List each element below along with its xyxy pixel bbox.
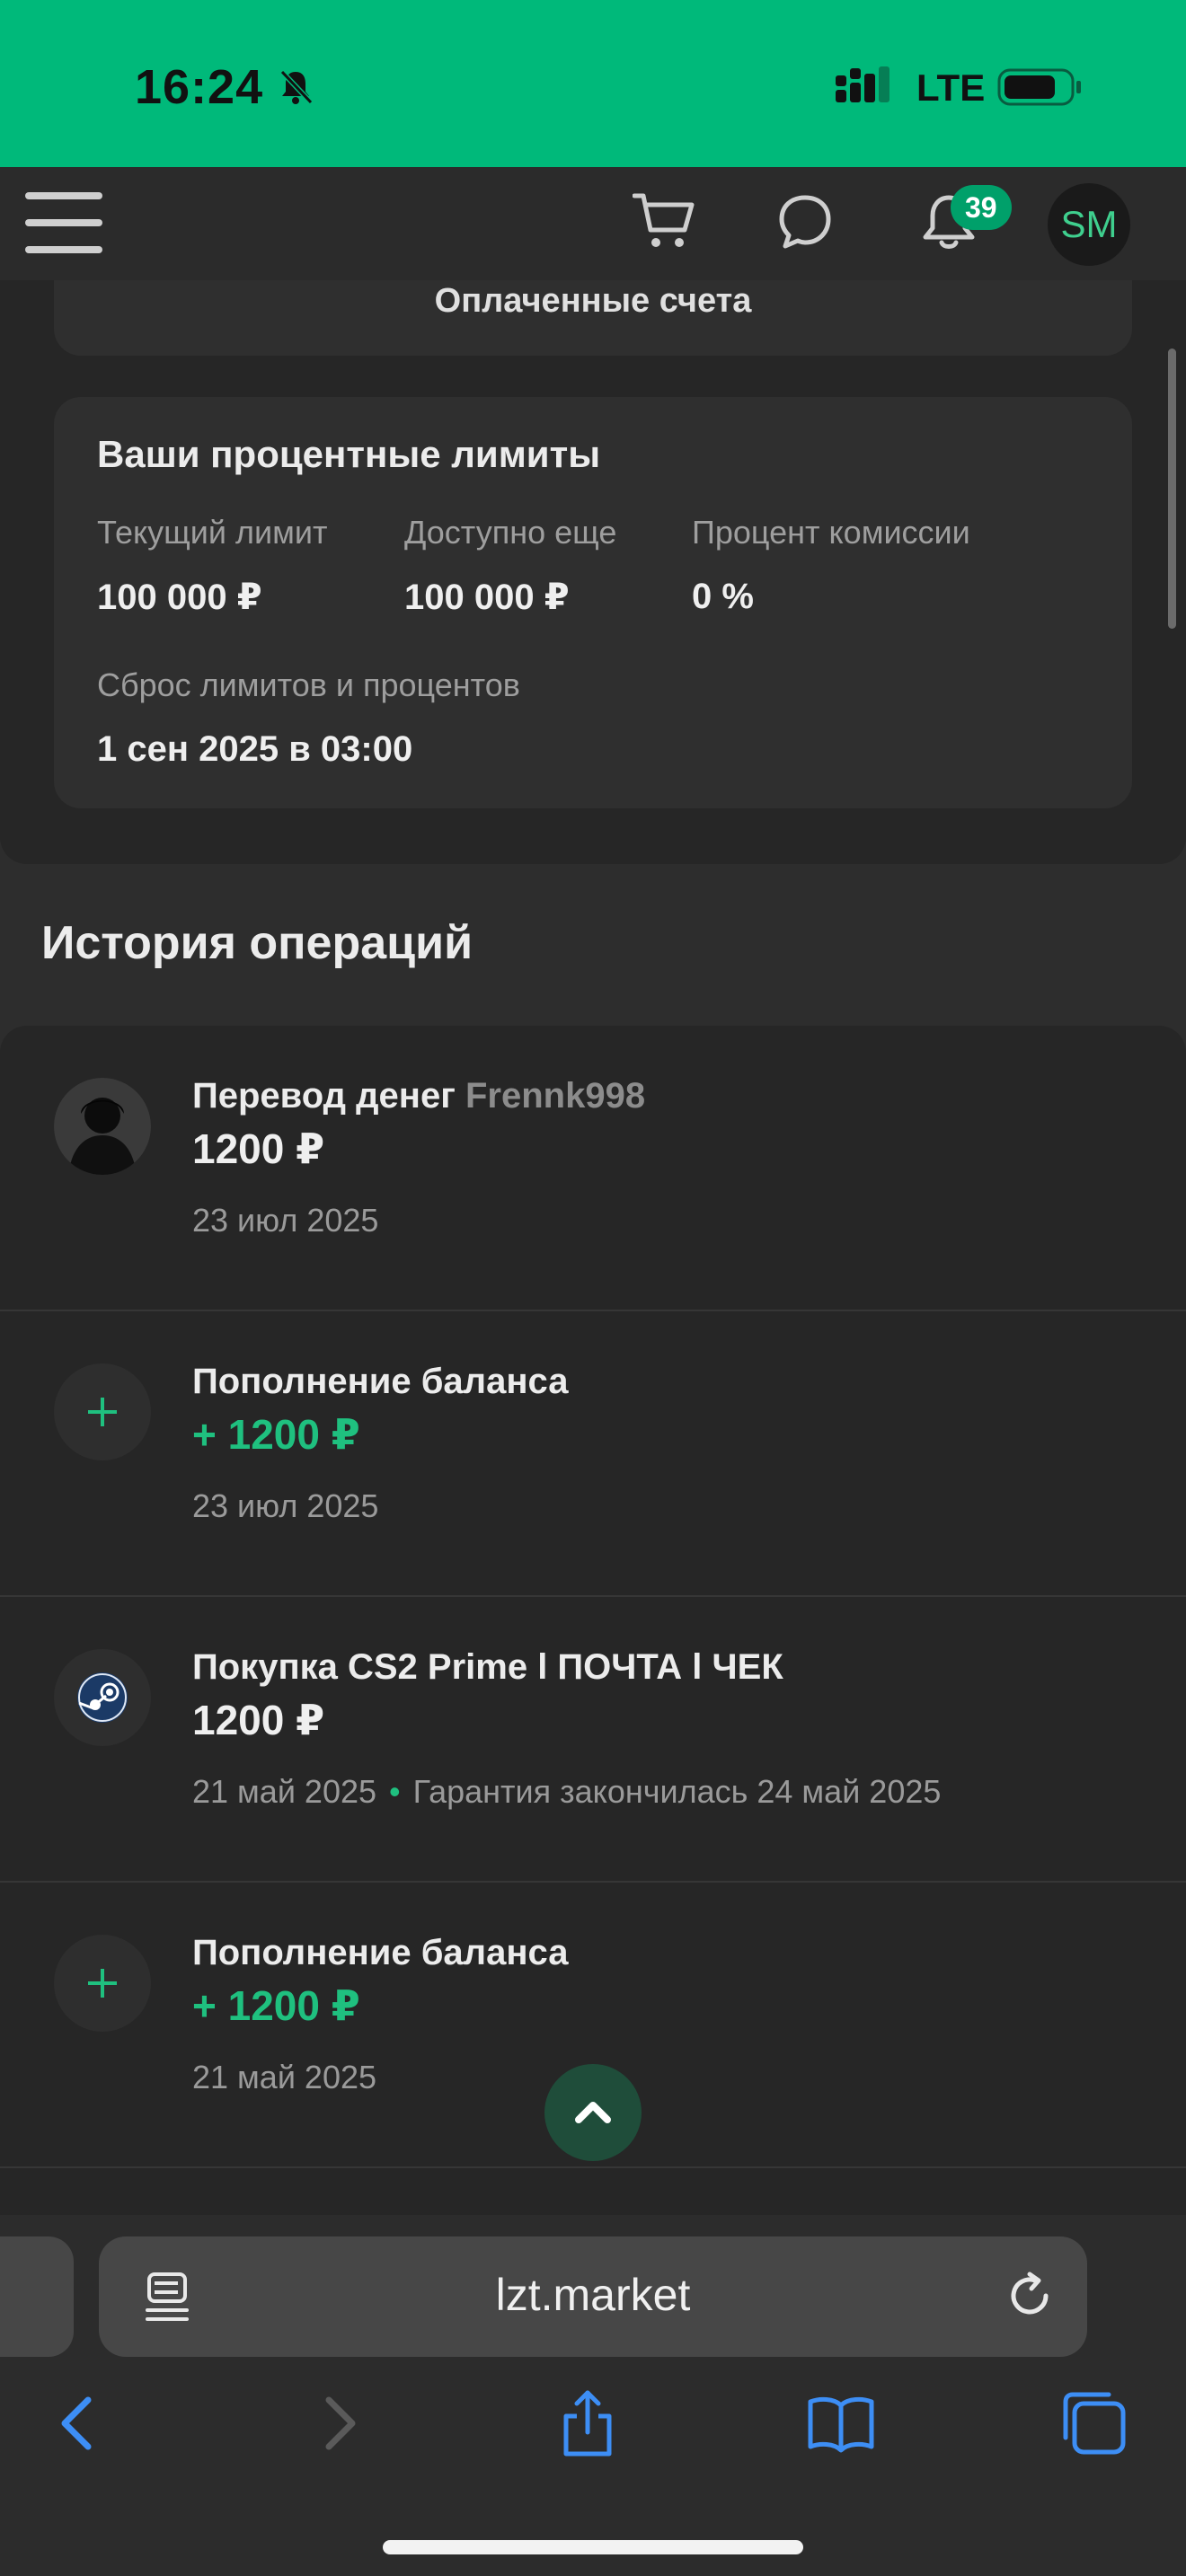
- steam-icon: [77, 1672, 128, 1723]
- op-amount: + 1200 ₽: [192, 1411, 360, 1458]
- share-icon[interactable]: [553, 2389, 622, 2457]
- notifications-badge: 39: [951, 185, 1012, 230]
- op-amount: 1200 ₽: [192, 1125, 325, 1172]
- previous-tab-preview[interactable]: [0, 2236, 74, 2357]
- user-avatar-icon: [54, 1078, 151, 1175]
- op-amount: + 1200 ₽: [192, 1982, 360, 2029]
- chevron-up-icon: [575, 2102, 611, 2123]
- menu-icon[interactable]: [25, 189, 102, 257]
- deposit-icon-circle: [54, 1363, 151, 1460]
- op-title: Перевод денег Frennk998: [192, 1076, 645, 1116]
- op-date: 21 май 2025: [192, 1773, 377, 1810]
- op-date: 23 июл 2025: [192, 1202, 379, 1239]
- current-limit-value: 100 000 ₽: [97, 578, 262, 617]
- bookmarks-icon[interactable]: [807, 2389, 875, 2457]
- plus-icon: [88, 1969, 117, 1998]
- url-text: lzt.market: [495, 2270, 691, 2320]
- cart-icon[interactable]: [633, 190, 697, 251]
- battery-icon: [997, 68, 1081, 106]
- commission-value: 0 %: [692, 577, 754, 616]
- chat-icon[interactable]: [776, 192, 834, 250]
- address-bar[interactable]: lzt.market: [99, 2236, 1087, 2357]
- sender-avatar: [54, 1078, 151, 1175]
- op-title-text: Перевод денег: [192, 1076, 456, 1116]
- app-header: [0, 167, 1186, 280]
- tabs-icon[interactable]: [1060, 2389, 1128, 2457]
- percent-limits-card: Ваши процентные лимиты Текущий лимит 100…: [54, 397, 1132, 808]
- commission-label: Процент комиссии: [692, 514, 970, 551]
- reset-label: Сброс лимитов и процентов: [97, 666, 520, 703]
- history-list: Перевод денег Frennk998 1200 ₽ 23 июл 20…: [0, 1026, 1186, 2220]
- op-title: Пополнение баланса: [192, 1933, 569, 1972]
- op-title: Пополнение баланса: [192, 1362, 569, 1401]
- user-avatar-button[interactable]: SM: [1048, 183, 1130, 266]
- op-title: Покупка CS2 Prime l ПОЧТА l ЧЕК: [192, 1647, 783, 1687]
- available-label: Доступно еще: [404, 514, 617, 551]
- status-time: 16:24: [135, 60, 264, 114]
- separator-dot: •: [389, 1773, 401, 1810]
- home-indicator: [383, 2540, 803, 2554]
- paid-invoices-label: Оплаченные счета: [434, 282, 752, 320]
- back-icon[interactable]: [45, 2389, 113, 2457]
- history-title: История операций: [41, 917, 474, 969]
- history-item[interactable]: Перевод денег Frennk998 1200 ₽ 23 июл 20…: [0, 1026, 1186, 1311]
- available-value: 100 000 ₽: [404, 578, 570, 617]
- op-amount: 1200 ₽: [192, 1697, 325, 1743]
- signal-icon: [836, 66, 890, 102]
- op-guarantee-note: Гарантия закончилась 24 май 2025: [412, 1773, 942, 1810]
- op-date: 23 июл 2025: [192, 1487, 379, 1524]
- reload-icon[interactable]: [1003, 2269, 1057, 2323]
- scroll-to-top-button[interactable]: [544, 2064, 642, 2161]
- current-limit-label: Текущий лимит: [97, 514, 328, 551]
- op-user-link[interactable]: Frennk998: [465, 1076, 645, 1116]
- forward-icon[interactable]: [304, 2389, 372, 2457]
- paid-invoices-card[interactable]: Оплаченные счета: [54, 280, 1132, 356]
- op-date: 21 май 2025: [192, 2059, 377, 2095]
- deposit-icon-circle: [54, 1935, 151, 2032]
- op-meta: 21 май 2025 • Гарантия закончилась 24 май …: [192, 1773, 941, 1811]
- network-type: LTE: [916, 66, 986, 109]
- plus-icon: [88, 1398, 117, 1426]
- purchase-icon-circle: [54, 1649, 151, 1746]
- limits-title: Ваши процентные лимиты: [97, 433, 601, 475]
- history-item[interactable]: Пополнение баланса + 1200 ₽ 23 июл 2025: [0, 1311, 1186, 1597]
- page-scrollbar[interactable]: [1168, 348, 1176, 629]
- reset-value: 1 сен 2025 в 03:00: [97, 729, 413, 769]
- history-item[interactable]: Покупка CS2 Prime l ПОЧТА l ЧЕК 1200 ₽ 2…: [0, 1597, 1186, 1883]
- silent-mode-icon: [279, 69, 314, 105]
